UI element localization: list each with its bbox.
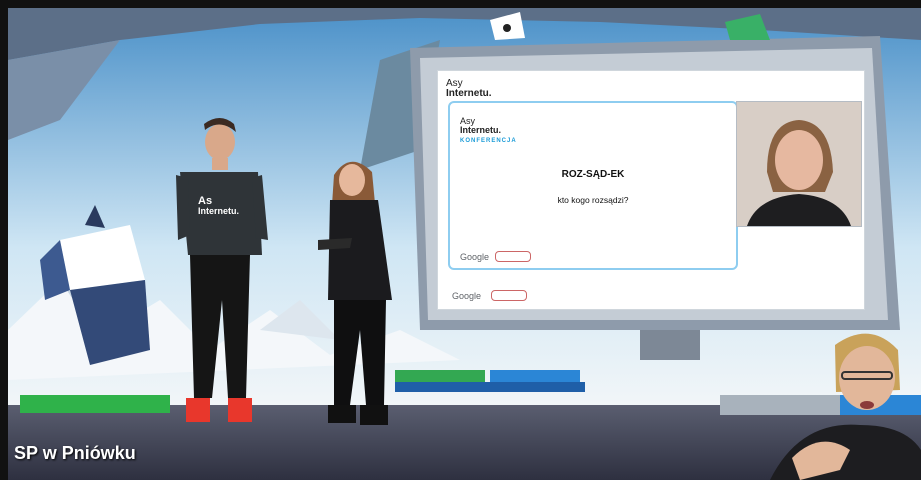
school-caption: SP w Pniówku: [14, 443, 136, 463]
partner-logo: [495, 251, 532, 262]
webcam-feed: [736, 101, 862, 227]
slide-subtitle: kto kogo rozsądzi?: [557, 195, 629, 205]
presentation-screen: Asy Internetu. Asy Internetu. KONFERENCJ…: [437, 70, 865, 310]
conference-logo: Asy Internetu. KONFERENCJA: [460, 116, 517, 145]
asy-internetu-logo: Asy Internetu.: [446, 78, 492, 99]
conference-slide: Asy Internetu. KONFERENCJA ROZ-SĄD-EK kt…: [448, 101, 738, 270]
google-logo-footer: Google: [452, 290, 482, 301]
svg-text:Internetu.: Internetu.: [198, 206, 239, 216]
partner-logo-footer: [491, 290, 528, 301]
screen-footer-logos: Google: [452, 290, 528, 301]
participant-video: [737, 102, 861, 226]
livestream-frame: As Internetu. Asy Internetu. Asy Interne…: [0, 0, 921, 480]
slide-footer-logos: Google: [460, 251, 532, 262]
google-logo: Google: [460, 251, 490, 262]
slide-title: ROZ-SĄD-EK: [561, 169, 625, 180]
